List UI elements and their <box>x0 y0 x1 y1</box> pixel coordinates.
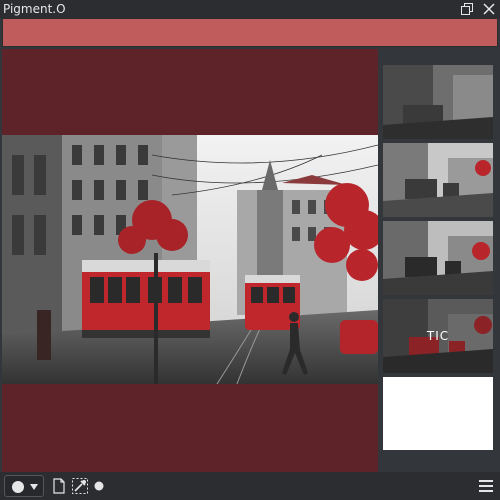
thumbnail-image <box>383 65 493 139</box>
preview-thumbnail[interactable] <box>383 65 493 139</box>
preview-thumbnail[interactable] <box>383 143 493 217</box>
preview-thumbnail[interactable]: TIC <box>383 299 493 373</box>
restore-window-icon[interactable] <box>460 2 474 16</box>
page-icon[interactable] <box>52 478 66 494</box>
eyedropper-icon[interactable] <box>71 477 89 495</box>
hamburger-menu-icon[interactable] <box>478 478 494 494</box>
close-icon[interactable] <box>482 2 496 16</box>
dot-icon[interactable] <box>93 480 105 492</box>
preview-thumbnail[interactable] <box>383 221 493 295</box>
title-bar: Pigment.O <box>0 0 500 18</box>
thumbnail-image <box>383 143 493 217</box>
preview-thumbnail-empty[interactable] <box>383 377 493 450</box>
chevron-down-icon <box>30 484 38 490</box>
thumbnail-image <box>383 221 493 295</box>
canvas-photo <box>2 135 378 384</box>
foreground-color-bar[interactable] <box>2 18 498 47</box>
thumbnail-label: TIC <box>426 329 450 343</box>
canvas-area[interactable] <box>2 49 378 472</box>
app-window: Pigment.O TIC <box>0 0 500 500</box>
circle-icon <box>12 481 24 493</box>
bottom-toolbar <box>0 472 500 500</box>
mode-selector[interactable] <box>4 475 44 497</box>
app-title: Pigment.O <box>3 2 66 16</box>
